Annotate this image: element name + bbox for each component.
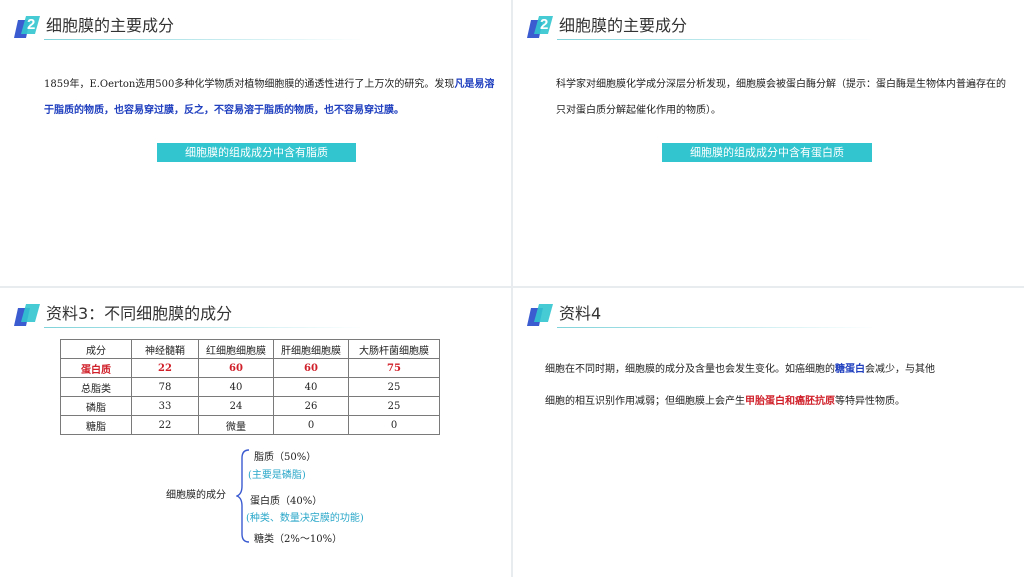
table-cell: 60 [273, 358, 349, 378]
table-cell: 总脂类 [60, 377, 132, 397]
summary-sugar: 糖类（2%～10%） [254, 534, 343, 545]
evidence-paragraph: 细胞在不同时期，细胞膜的成分及含量也会发生变化。如癌细胞的糖蛋白会减少，与其他 … [545, 354, 1005, 418]
paragraph-lead: 1859年，E.Oerton选用500多种化学物质对植物细胞膜的通透性进行了上万… [44, 79, 455, 90]
slide-4: 资料4 细胞在不同时期，细胞膜的成分及含量也会发生变化。如癌细胞的糖蛋白会减少，… [513, 288, 1024, 577]
title-underline [557, 327, 877, 328]
table-row: 总脂类 78 40 40 25 [60, 377, 440, 397]
section-badge-icon [14, 304, 40, 326]
highlight-tumor-markers: 甲胎蛋白和癌胚抗原 [745, 396, 835, 407]
table-cell: 26 [273, 396, 349, 416]
slide-title: 细胞膜的主要成分 [559, 16, 688, 35]
evidence-paragraph: 1859年，E.Oerton选用500多种化学物质对植物细胞膜的通透性进行了上万… [44, 72, 496, 124]
slide-3: 资料3：不同细胞膜的成分 成分 神经髓鞘 红细胞细胞膜 肝细胞细胞膜 大肠杆菌细… [0, 288, 511, 577]
table-cell: 蛋白质 [60, 358, 132, 378]
table-cell: 24 [198, 396, 274, 416]
membrane-composition-table: 成分 神经髓鞘 红细胞细胞膜 肝细胞细胞膜 大肠杆菌细胞膜 蛋白质 22 60 … [60, 339, 440, 435]
column-header: 成分 [60, 339, 132, 359]
slide-title: 细胞膜的主要成分 [46, 16, 175, 35]
text-run: 细胞的相互识别作用减弱；但细胞膜上会产生 [545, 396, 745, 407]
table-cell: 75 [348, 358, 440, 378]
slide-1: 2 细胞膜的主要成分 1859年，E.Oerton选用500多种化学物质对植物细… [0, 0, 511, 286]
conclusion-tag: 细胞膜的组成成分中含有脂质 [157, 143, 356, 162]
title-underline [44, 327, 364, 328]
table-cell: 25 [348, 396, 440, 416]
text-run: 会减少，与其他 [865, 364, 935, 375]
paragraph-line: 细胞在不同时期，细胞膜的成分及含量也会发生变化。如癌细胞的糖蛋白会减少，与其他 [545, 354, 1005, 386]
slide-title: 资料3：不同细胞膜的成分 [46, 304, 233, 323]
slide-2: 2 细胞膜的主要成分 科学家对细胞膜化学成分深层分析发现，细胞膜会被蛋白酶分解（… [513, 0, 1024, 286]
section-badge-icon [527, 304, 553, 326]
table-cell: 40 [198, 377, 274, 397]
paragraph-line: 细胞的相互识别作用减弱；但细胞膜上会产生甲胎蛋白和癌胚抗原等特异性物质。 [545, 386, 1005, 418]
text-run: 等特异性物质。 [835, 396, 905, 407]
evidence-paragraph: 科学家对细胞膜化学成分深层分析发现，细胞膜会被蛋白酶分解（提示：蛋白酶是生物体内… [556, 79, 1006, 116]
summary-protein: 蛋白质（40%） [250, 496, 323, 507]
text-run: 细胞在不同时期，细胞膜的成分及含量也会发生变化。如癌细胞的 [545, 364, 835, 375]
slide-title: 资料4 [559, 304, 602, 323]
table-cell: 磷脂 [60, 396, 132, 416]
slide-header: 资料3：不同细胞膜的成分 [14, 302, 374, 328]
slide-header: 2 细胞膜的主要成分 [14, 14, 374, 40]
table-cell: 0 [273, 415, 349, 435]
column-header: 大肠杆菌细胞膜 [348, 339, 440, 359]
highlight-glycoprotein: 糖蛋白 [835, 364, 865, 375]
table-cell: 0 [348, 415, 440, 435]
table-row: 磷脂 33 24 26 25 [60, 396, 440, 416]
conclusion-tag: 细胞膜的组成成分中含有蛋白质 [662, 143, 872, 162]
section-number: 2 [27, 16, 36, 33]
summary-root: 细胞膜的成分 [166, 490, 226, 501]
title-underline [557, 39, 877, 40]
table-cell: 微量 [198, 415, 274, 435]
table-cell: 25 [348, 377, 440, 397]
column-header: 红细胞细胞膜 [198, 339, 274, 359]
table-cell: 40 [273, 377, 349, 397]
brace-icon [236, 449, 250, 543]
summary-protein-note: (种类、数量决定膜的功能) [246, 513, 364, 524]
table-cell: 22 [131, 358, 199, 378]
table-cell: 33 [131, 396, 199, 416]
column-header: 肝细胞细胞膜 [273, 339, 349, 359]
table-cell: 22 [131, 415, 199, 435]
table-cell: 60 [198, 358, 274, 378]
table-header-row: 成分 神经髓鞘 红细胞细胞膜 肝细胞细胞膜 大肠杆菌细胞膜 [60, 339, 440, 359]
table-row: 蛋白质 22 60 60 75 [60, 358, 440, 378]
column-header: 神经髓鞘 [131, 339, 199, 359]
summary-lipid-note: (主要是磷脂) [248, 470, 306, 481]
slide-header: 2 细胞膜的主要成分 [527, 14, 887, 40]
table-cell: 78 [131, 377, 199, 397]
title-underline [44, 39, 364, 40]
section-number: 2 [540, 16, 549, 33]
summary-lipid: 脂质（50%） [254, 452, 317, 463]
table-cell: 糖脂 [60, 415, 132, 435]
slide-header: 资料4 [527, 302, 887, 328]
table-row: 糖脂 22 微量 0 0 [60, 415, 440, 435]
